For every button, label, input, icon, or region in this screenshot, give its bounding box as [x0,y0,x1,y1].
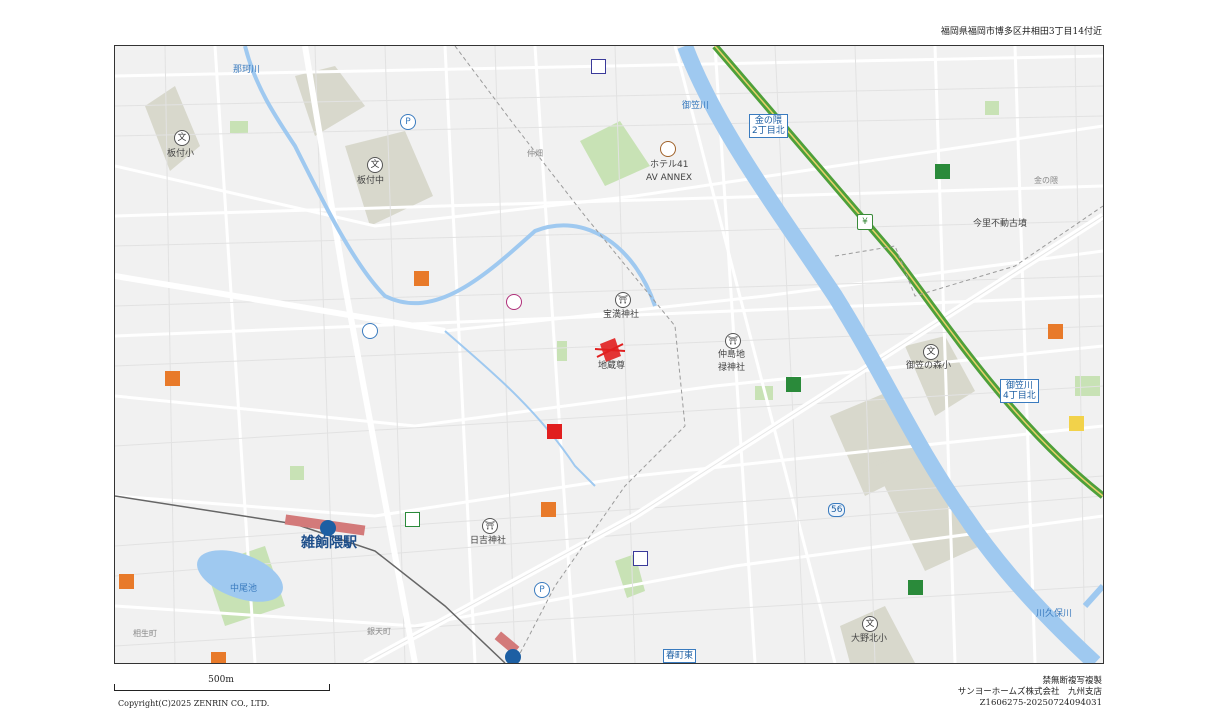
zasshonokuma-station-label: 雑餉隈駅 [301,535,357,551]
restaurant-icon [1069,416,1084,431]
school-icon: 文 [862,616,878,632]
ginten-town-label: 銀天町 [367,627,391,636]
school-icon: 文 [174,130,190,146]
itazuke-elementary-label: 板付小 [167,149,195,159]
parking-icon: P [400,114,416,130]
mikasa-river-label: 御笠川 [682,101,710,111]
post-office-icon [506,294,522,310]
gas-station-icon [547,424,562,439]
map-base [115,46,1103,663]
route-56-shield: 56 [828,503,846,517]
store-icon [908,580,923,595]
shrine-icon: ⛩ [615,292,631,308]
hotel-label: ホテル41 [650,160,689,170]
jizo-label: 地蔵尊 [598,361,626,371]
parking-icon: P [534,582,550,598]
convenience-store-icon [1048,324,1063,339]
shrine-icon: ⛩ [482,518,498,534]
nakagawa-river-label: 那珂川 [233,65,261,75]
copyright-text: Copyright(C)2025 ZENRIN CO., LTD. [118,699,270,708]
fuel-icon [362,323,378,339]
homan-shrine-label: 宝満神社 [603,310,640,320]
station-icon [505,649,521,663]
target-location-marker [594,338,626,362]
convenience-store-icon [541,502,556,517]
convenience-store-icon [119,574,134,589]
school-icon: 文 [923,344,939,360]
intersection-sign-kasugamachi: 春町東 [663,649,697,663]
ono-kita-school-label: 大野北小 [851,634,888,644]
intersection-sign-mikasa: 御笠川 4丁目北 [1000,379,1039,403]
shrine-icon: ⛩ [725,333,741,349]
nakao-pond-label: 中尾池 [230,584,258,594]
convenience-store-icon [414,271,429,286]
car-dealer-icon [633,551,648,566]
kubo-river-label: 川久保川 [1036,609,1073,619]
footer-info: 禁無断複写複製 サンヨーホームズ株式会社 九州支店 Z1606275-20250… [958,676,1102,709]
station-icon [320,520,336,536]
footer-line-1: 禁無断複写複製 [1042,676,1102,686]
imazato-tumulus-label: 今里不動古墳 [973,219,1028,229]
intersection-sign-kanenokuma: 金の隈 2丁目北 [749,114,788,138]
naka-area-label: 仲畑 [527,149,543,158]
itazuke-junior-label: 板付中 [357,176,385,186]
nakajima-shrine-label-1: 仲島地 [718,350,746,360]
hotel-icon [660,141,676,157]
convenience-store-icon [165,371,180,386]
mountain-store-icon [405,512,420,527]
hotel-label-2: AV ANNEX [646,173,693,183]
scale-line [114,684,330,691]
store-icon [935,164,950,179]
address-header: 福岡県福岡市博多区井相田3丁目14付近 [940,27,1102,37]
mikasanomori-school-label: 御笠の森小 [906,361,952,371]
map-canvas[interactable]: 那珂川 文 板付小 文 板付中 P 仲畑 ホテル41 AV ANNEX 御笠川 … [114,45,1104,664]
footer-line-3: Z1606275-20250724094031 [979,698,1102,708]
hiyoshi-shrine-label: 日吉神社 [470,536,507,546]
aioi-town-label: 相生町 [133,629,157,638]
nakajima-shrine-label-2: 禄神社 [718,363,746,373]
kanenokuma-area-label: 金の隈 [1034,176,1058,185]
car-dealer-icon [591,59,606,74]
school-icon: 文 [367,157,383,173]
bank-icon: ¥ [857,214,873,230]
convenience-store-icon [211,652,226,663]
store-icon [786,377,801,392]
footer-line-2: サンヨーホームズ株式会社 九州支店 [957,687,1102,697]
